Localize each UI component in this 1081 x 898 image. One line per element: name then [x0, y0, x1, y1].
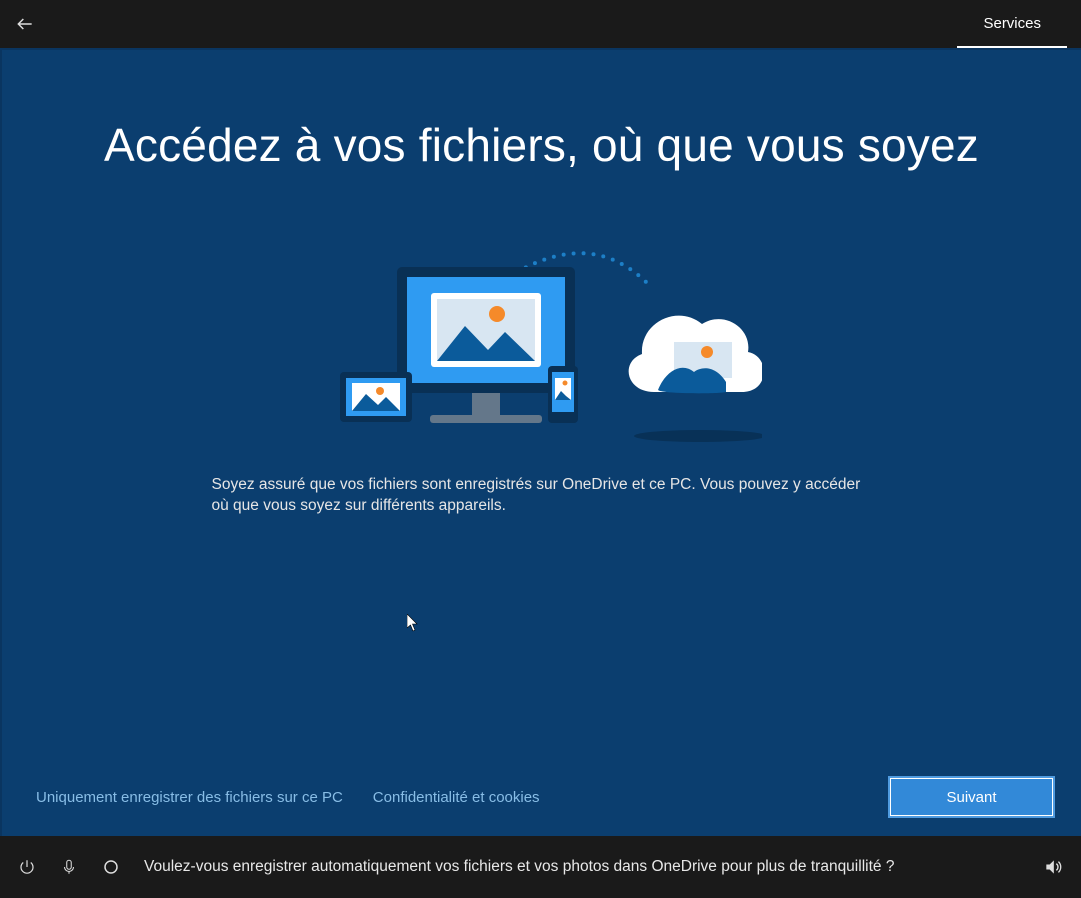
bottom-bar: Voulez-vous enregistrer automatiquement … [0, 836, 1081, 898]
back-button[interactable] [14, 13, 36, 35]
power-icon[interactable] [18, 858, 36, 876]
volume-icon[interactable] [1043, 857, 1063, 877]
cortana-icon[interactable] [102, 858, 120, 876]
top-bar: Services [0, 0, 1081, 48]
content-area: Accédez à vos fichiers, où que vous soye… [0, 48, 1081, 836]
bottom-actions: Uniquement enregistrer des fichiers sur … [36, 778, 1053, 816]
only-save-pc-link[interactable]: Uniquement enregistrer des fichiers sur … [36, 789, 343, 806]
privacy-link[interactable]: Confidentialité et cookies [373, 789, 540, 806]
link-group: Uniquement enregistrer des fichiers sur … [36, 789, 540, 806]
microphone-icon[interactable] [60, 858, 78, 876]
tab-services[interactable]: Services [957, 0, 1067, 48]
page-title: Accédez à vos fichiers, où que vous soye… [104, 118, 979, 172]
arrow-left-icon [15, 14, 35, 34]
cursor-icon [407, 614, 419, 637]
next-button[interactable]: Suivant [890, 778, 1053, 816]
description-text: Soyez assuré que vos fichiers sont enreg… [207, 474, 877, 517]
tabs: Services [957, 0, 1067, 48]
cortana-prompt: Voulez-vous enregistrer automatiquement … [144, 858, 1019, 876]
onedrive-illustration [322, 242, 762, 442]
